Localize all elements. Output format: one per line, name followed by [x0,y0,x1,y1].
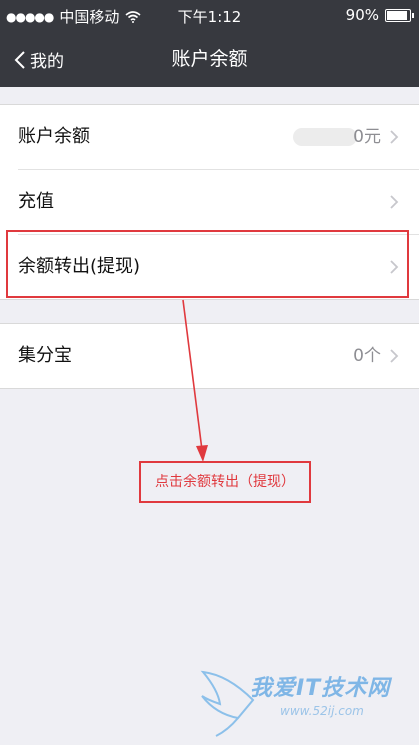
watermark-text: 我爱IT技术网 [250,676,391,701]
annotation-arrow [182,299,208,462]
watermark-wing-icon [200,670,255,737]
watermark: 我爱IT技术网 www.52ij.com [198,668,418,744]
watermark-url: www.52ij.com [280,704,364,718]
annotation-callout: 点击余额转出（提现） [139,461,311,503]
